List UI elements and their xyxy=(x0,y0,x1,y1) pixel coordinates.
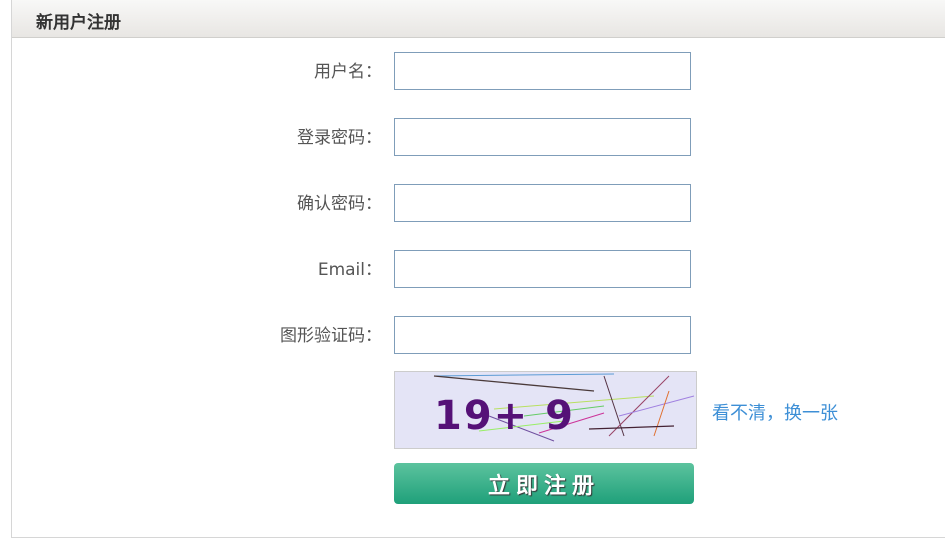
email-input[interactable] xyxy=(394,250,691,288)
captcha-image[interactable]: 19+ 9 xyxy=(394,371,697,449)
confirm-password-input[interactable] xyxy=(394,184,691,222)
username-input[interactable] xyxy=(394,52,691,90)
confirm-password-label: 确认密码： xyxy=(297,194,382,214)
register-button[interactable]: 立即注册 xyxy=(394,463,694,504)
email-label: Email： xyxy=(317,260,382,280)
page-title: 新用户注册 xyxy=(36,13,121,33)
refresh-captcha-link[interactable]: 看不清，换一张 xyxy=(712,399,838,425)
password-label: 登录密码： xyxy=(297,128,382,148)
username-label: 用户名： xyxy=(314,62,382,82)
panel-header: 新用户注册 xyxy=(12,0,945,38)
captcha-input[interactable] xyxy=(394,316,691,354)
password-input[interactable] xyxy=(394,118,691,156)
captcha-label: 图形验证码： xyxy=(280,326,382,346)
captcha-text: 19+ 9 xyxy=(434,393,575,439)
